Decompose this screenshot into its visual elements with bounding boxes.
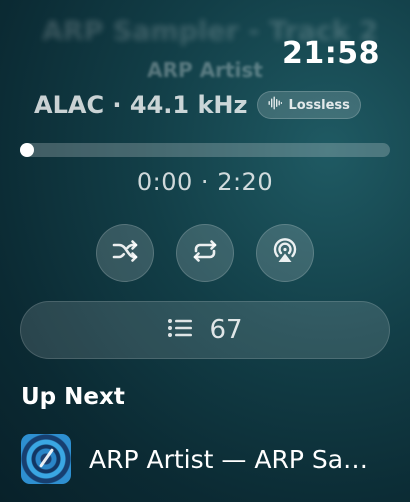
list-icon	[167, 317, 193, 343]
repeat-button[interactable]	[176, 224, 234, 282]
airplay-audio-icon	[269, 235, 301, 271]
shuffle-button[interactable]	[96, 224, 154, 282]
up-next-heading: Up Next	[21, 384, 125, 410]
airplay-button[interactable]	[256, 224, 314, 282]
scrubber-knob[interactable]	[20, 143, 34, 157]
album-art-needle	[38, 448, 55, 468]
audio-format-row: ALAC · 44.1 kHz Lossless	[34, 88, 361, 122]
playback-scrubber[interactable]	[20, 143, 390, 157]
up-next-item[interactable]: ARP Artist — ARP Sampler - Track 3	[21, 433, 391, 485]
up-next-track-text: ARP Artist — ARP Sampler - Track 3	[89, 444, 385, 474]
waveform-icon	[268, 96, 283, 114]
album-art-thumbnail	[21, 434, 71, 484]
playback-controls	[0, 224, 410, 282]
lossless-badge[interactable]: Lossless	[257, 91, 361, 119]
shuffle-icon	[109, 235, 141, 271]
lossless-label: Lossless	[288, 97, 350, 113]
time-readout: 0:00 · 2:20	[0, 168, 410, 196]
queue-button[interactable]: 67	[20, 301, 390, 359]
total-duration: 2:20	[217, 168, 274, 196]
audio-format-text: ALAC · 44.1 kHz	[34, 91, 248, 119]
queue-count: 67	[209, 315, 243, 345]
time-separator: ·	[200, 168, 210, 196]
repeat-icon	[189, 235, 221, 271]
elapsed-time: 0:00	[136, 168, 193, 196]
status-clock: 21:58	[282, 36, 380, 71]
